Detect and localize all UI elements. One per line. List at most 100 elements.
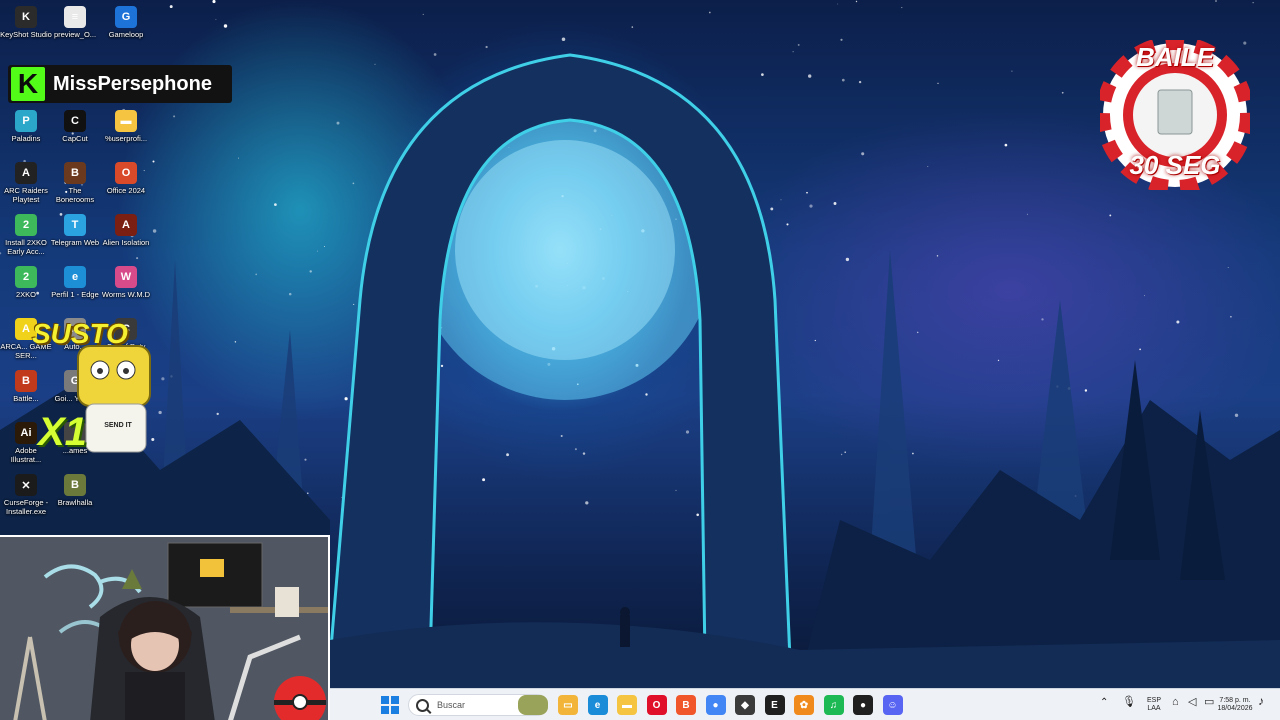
app-icon[interactable]: ◆ <box>735 695 755 715</box>
desktop-app-icon: 2 <box>15 214 37 236</box>
desktop-app-icon: e <box>64 266 86 288</box>
star <box>814 339 816 342</box>
star <box>307 492 309 495</box>
notification-bell-icon[interactable]: ♪ <box>1258 695 1264 707</box>
desktop-icon-label: Install 2XKO Early Acc... <box>5 238 47 256</box>
star <box>1215 0 1217 2</box>
desktop-icon[interactable]: A Alien Isolation <box>100 214 152 247</box>
star <box>844 451 846 453</box>
desktop-app-icon: ▬ <box>115 110 137 132</box>
star <box>304 458 307 461</box>
search-highlight-icon[interactable] <box>518 695 548 715</box>
star <box>1139 348 1141 351</box>
star <box>344 397 348 401</box>
star <box>927 165 929 167</box>
file-explorer-icon[interactable]: ▭ <box>558 695 578 715</box>
edge-icon[interactable]: e <box>587 695 608 715</box>
star <box>780 199 782 201</box>
star <box>234 341 237 343</box>
desktop-icon-label: 2XKO <box>15 290 36 299</box>
desktop-icon[interactable]: G Gameloop <box>100 6 152 39</box>
volume-icon[interactable]: ◁ <box>1188 697 1196 708</box>
star <box>1143 295 1146 297</box>
folder-icon[interactable]: ▬ <box>617 695 637 715</box>
star <box>1041 318 1044 321</box>
desktop-icon[interactable]: O Office 2024 <box>100 162 152 195</box>
desktop-icon[interactable]: W Worms W.M.D <box>100 266 152 299</box>
opera-icon[interactable]: O <box>646 695 667 715</box>
spotify-icon[interactable]: ♫ <box>823 695 844 715</box>
desktop-app-icon: G <box>115 6 137 28</box>
keyboard-layout: LAA <box>1147 705 1161 712</box>
star <box>215 18 217 20</box>
star <box>1176 320 1180 324</box>
desktop-app-icon: A <box>15 162 37 184</box>
star <box>336 121 340 125</box>
network-icon[interactable]: ⌂ <box>1172 697 1179 708</box>
desktop-icon[interactable]: P Paladins <box>0 110 52 143</box>
star <box>1026 213 1028 215</box>
desktop-icon[interactable]: A ARC Raiders Playtest <box>0 162 52 204</box>
webcam-feed <box>0 535 330 720</box>
chrome-icon[interactable]: ● <box>705 695 726 715</box>
star <box>173 115 176 118</box>
clock-date: 18/04/2026 <box>1217 705 1253 712</box>
epic-games-icon[interactable]: E <box>764 695 785 715</box>
star <box>997 359 1000 362</box>
language-code: ESP <box>1146 697 1161 704</box>
star <box>685 430 690 434</box>
chip-bottom-text: 30 SEG <box>1129 150 1221 180</box>
language-indicator[interactable]: ESP LAA <box>1142 697 1166 713</box>
app-icon-dark[interactable]: ● <box>853 695 873 715</box>
star <box>288 292 292 296</box>
desktop-icon[interactable]: K KeyShot Studio <box>0 6 52 39</box>
star <box>1004 143 1008 147</box>
star <box>808 74 812 78</box>
desktop-icon[interactable]: 2 2XKO <box>0 266 52 299</box>
scare-sticker: SUSTO X1 SEND IT <box>28 318 178 468</box>
streamer-name-badge: K MissPersephone <box>8 65 232 103</box>
star <box>675 489 677 491</box>
star <box>855 0 858 3</box>
desktop-icon[interactable]: B The Bonerooms <box>49 162 101 204</box>
star <box>561 37 566 41</box>
star <box>645 393 648 396</box>
star <box>440 364 444 368</box>
desktop-icon-label: preview_O... <box>53 30 97 39</box>
desktop-icon[interactable]: ▬ %userprofi... <box>100 110 152 143</box>
star <box>841 78 845 82</box>
desktop-icon[interactable]: e Perfil 1 - Edge <box>49 266 101 299</box>
desktop-icon[interactable]: B Brawlhalla <box>49 474 101 507</box>
star <box>1234 413 1239 417</box>
star <box>152 229 157 233</box>
star <box>761 73 764 76</box>
star <box>574 448 577 451</box>
star <box>352 182 355 185</box>
desktop-app-icon: B <box>64 474 86 496</box>
desktop-icon[interactable]: 2 Install 2XKO Early Acc... <box>0 214 52 256</box>
star <box>833 202 837 205</box>
discord-icon[interactable]: ☺ <box>882 695 903 715</box>
star <box>631 26 634 28</box>
star <box>238 157 239 159</box>
desktop-icon[interactable]: T Telegram Web <box>49 214 101 247</box>
desktop-icon[interactable]: ✕ CurseForge - Installer.exe <box>0 474 52 516</box>
star <box>223 24 228 28</box>
app-icon-orange[interactable]: ✿ <box>794 695 814 715</box>
clock[interactable]: 7:58 p. m. 18/04/2026 <box>1210 697 1260 713</box>
microphone-icon[interactable]: 🎙︎ <box>1122 697 1136 708</box>
desktop-icon[interactable]: C CapCut <box>49 110 101 143</box>
desktop-icon-label: Office 2024 <box>106 186 146 195</box>
desktop-icon-label: CurseForge - Installer.exe <box>3 498 49 516</box>
tray-overflow-chevron-icon[interactable]: ⌃ <box>1100 698 1108 708</box>
star <box>212 0 216 4</box>
start-button[interactable] <box>380 695 400 715</box>
star <box>1252 2 1254 4</box>
star <box>340 496 342 498</box>
clock-time: 7:58 p. m. <box>1219 697 1251 704</box>
star <box>708 11 711 14</box>
star <box>216 412 219 416</box>
desktop-icon[interactable]: ≡ preview_O... <box>49 6 101 39</box>
brave-icon[interactable]: B <box>676 695 696 715</box>
desktop-icon-label: %userprofi... <box>104 134 148 143</box>
